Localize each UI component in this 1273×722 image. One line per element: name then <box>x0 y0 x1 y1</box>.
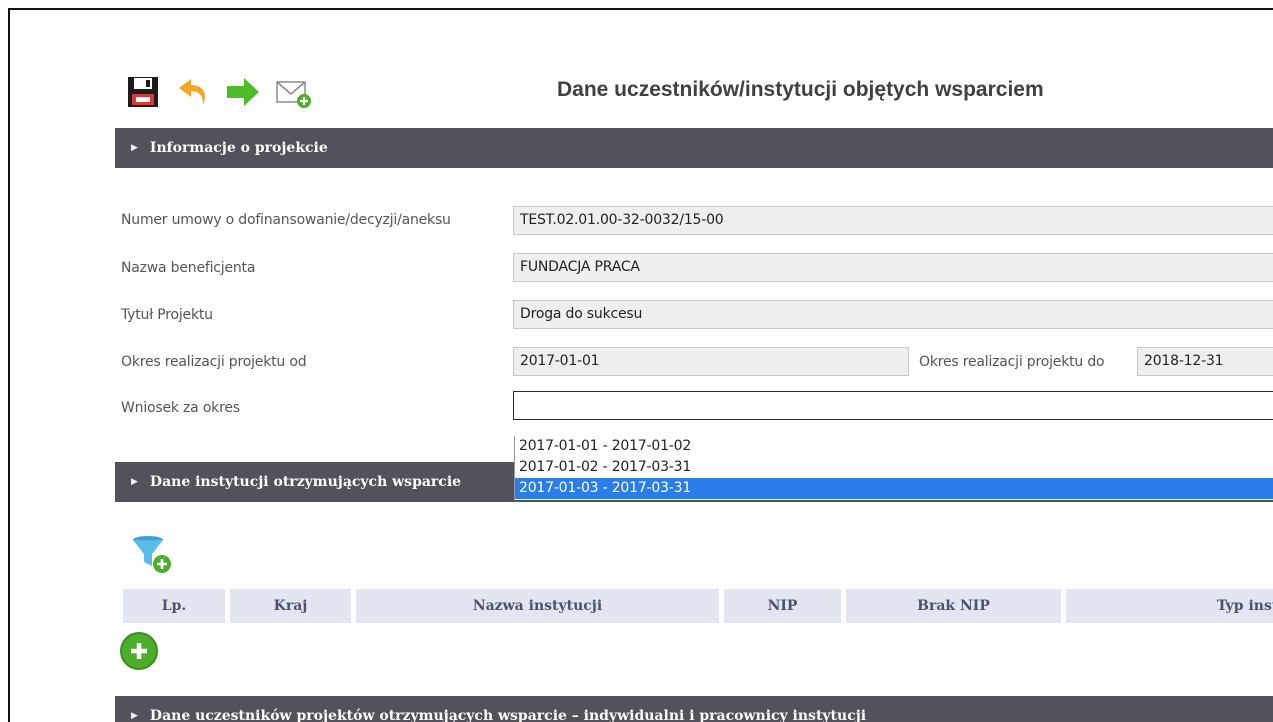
column-header-lp[interactable]: Lp. <box>123 589 225 623</box>
application-period-label: Wniosek za okres <box>121 400 240 416</box>
add-row-button[interactable] <box>120 632 158 670</box>
app-frame: Dane uczestników/instytucji objętych wsp… <box>8 8 1273 722</box>
contract-number-field[interactable]: TEST.02.01.00-32-0032/15-00 <box>513 206 1273 235</box>
section-title: Dane instytucji otrzymujących wsparcie <box>149 474 462 490</box>
chevron-right-icon: ▶ <box>131 477 138 487</box>
send-mail-button[interactable] <box>273 72 313 112</box>
beneficiary-label: Nazwa beneficjenta <box>121 260 256 276</box>
forward-arrow-icon <box>227 78 259 106</box>
column-header-nazwa[interactable]: Nazwa instytucji <box>356 589 719 623</box>
contract-number-label: Numer umowy o dofinansowanie/decyzji/ane… <box>121 212 451 228</box>
column-header-typ[interactable]: Typ instytucji <box>1066 589 1273 623</box>
add-filter-button[interactable] <box>130 532 176 578</box>
column-header-brak-nip[interactable]: Brak NIP <box>846 589 1061 623</box>
toolbar <box>123 72 313 112</box>
project-title-field[interactable]: Droga do sukcesu <box>513 300 1273 329</box>
period-from-field[interactable]: 2017-01-01 <box>513 347 909 376</box>
undo-button[interactable] <box>173 72 213 112</box>
institutions-table-header: Lp. Kraj Nazwa instytucji NIP Brak NIP T… <box>123 589 1273 623</box>
application-period-select[interactable] <box>513 391 1273 420</box>
dropdown-option-selected[interactable]: 2017-01-03 - 2017-03-31 <box>515 478 1273 499</box>
undo-icon <box>179 79 205 105</box>
page-title: Dane uczestników/instytucji objętych wsp… <box>557 78 1044 101</box>
section-title: Dane uczestników projektów otrzymujących… <box>149 708 867 722</box>
save-icon <box>128 77 158 107</box>
column-header-nip[interactable]: NIP <box>724 589 841 623</box>
period-to-label: Okres realizacji projektu do <box>919 354 1105 370</box>
period-to-field[interactable]: 2018-12-31 <box>1137 347 1273 376</box>
plus-icon <box>131 643 147 659</box>
application-period-dropdown: 2017-01-01 - 2017-01-02 2017-01-02 - 201… <box>514 436 1273 500</box>
section-project-info[interactable]: ▶ Informacje o projekcie <box>115 128 1273 168</box>
chevron-right-icon: ▶ <box>131 143 138 153</box>
filter-add-icon <box>133 536 171 573</box>
mail-add-icon <box>276 81 311 108</box>
column-header-kraj[interactable]: Kraj <box>230 589 351 623</box>
dropdown-option[interactable]: 2017-01-01 - 2017-01-02 <box>515 436 1273 457</box>
beneficiary-field[interactable]: FUNDACJA PRACA <box>513 253 1273 282</box>
section-participants[interactable]: ▶ Dane uczestników projektów otrzymujący… <box>115 696 1273 722</box>
project-title-label: Tytuł Projektu <box>121 307 213 323</box>
save-button[interactable] <box>123 72 163 112</box>
period-from-label: Okres realizacji projektu od <box>121 354 307 370</box>
dropdown-option[interactable]: 2017-01-02 - 2017-03-31 <box>515 457 1273 478</box>
chevron-right-icon: ▶ <box>131 711 138 721</box>
section-title: Informacje o projekcie <box>149 140 328 156</box>
forward-button[interactable] <box>223 72 263 112</box>
